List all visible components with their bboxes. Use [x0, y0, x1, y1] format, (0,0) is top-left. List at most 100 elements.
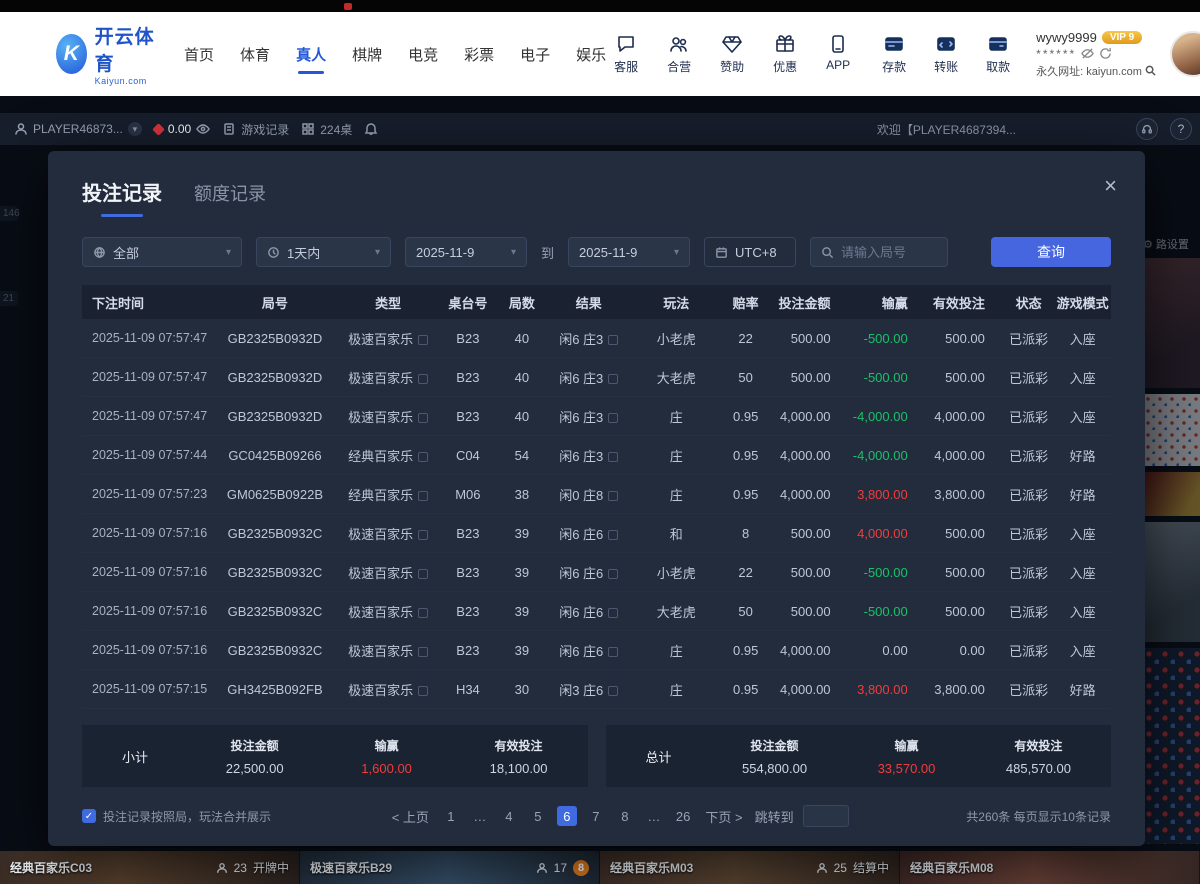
table-feed[interactable]: 极速百家乐B29 17 8	[300, 851, 600, 884]
page-number-button[interactable]: 4	[499, 806, 519, 826]
nav-item[interactable]: 娱乐	[576, 38, 606, 71]
promo-icon	[774, 33, 796, 55]
date-from-picker[interactable]: 2025-11-9 ▾	[405, 237, 527, 267]
info-icon[interactable]	[418, 452, 428, 462]
table-feed[interactable]: 经典百家乐M03 25 结算中	[600, 851, 900, 884]
page-number-button[interactable]: 1	[441, 806, 461, 826]
deposit-button[interactable]: 存款	[874, 33, 914, 75]
tab-bet-records[interactable]: 投注记录	[82, 177, 162, 217]
date-to-picker[interactable]: 2025-11-9 ▾	[568, 237, 690, 267]
tab-quota-records[interactable]: 额度记录	[194, 180, 266, 217]
round-search[interactable]	[810, 237, 948, 267]
refresh-icon[interactable]	[1099, 47, 1112, 60]
person-icon	[536, 862, 548, 874]
nav-item[interactable]: 电竞	[408, 38, 438, 71]
cell-odds: 50	[720, 370, 771, 385]
result-detail-icon[interactable]	[608, 647, 618, 657]
result-detail-icon[interactable]	[608, 608, 618, 618]
cell-round: GH3425B092FB	[211, 682, 340, 697]
result-detail-icon[interactable]	[608, 452, 618, 462]
subtotal-bet-label: 投注金额	[231, 737, 279, 754]
service-button[interactable]	[1136, 118, 1158, 140]
jump-input[interactable]	[803, 805, 849, 827]
round-search-input[interactable]	[841, 245, 937, 260]
nav-item[interactable]: 首页	[184, 38, 214, 71]
date-range-select[interactable]: 1天内 ▾	[256, 237, 391, 267]
cell-result: 闲0 庄8	[545, 485, 632, 504]
query-button[interactable]: 查询	[991, 237, 1111, 267]
partner-link[interactable]: 合营	[659, 33, 699, 75]
info-icon[interactable]	[418, 335, 428, 345]
checkbox-checked-icon[interactable]: ✓	[82, 809, 96, 823]
subtotal-win-label: 输赢	[375, 737, 399, 754]
support-link[interactable]: 客服	[606, 33, 646, 75]
page-number-button[interactable]: 6	[557, 806, 577, 826]
search-icon[interactable]	[1145, 65, 1156, 76]
info-icon[interactable]	[418, 413, 428, 423]
support-label: 客服	[614, 58, 638, 75]
table-feed[interactable]: 经典百家乐C03 23 开牌中	[0, 851, 300, 884]
player-menu[interactable]: PLAYER46873... ▾	[14, 122, 142, 136]
result-detail-icon[interactable]	[608, 413, 618, 423]
result-detail-icon[interactable]	[608, 335, 618, 345]
next-page-button[interactable]: 下页 >	[702, 806, 745, 826]
result-detail-icon[interactable]	[608, 686, 618, 696]
info-icon[interactable]	[418, 608, 428, 618]
info-icon[interactable]	[418, 686, 428, 696]
page-number-button[interactable]: …	[470, 806, 490, 826]
page-number-button[interactable]: 5	[528, 806, 548, 826]
result-detail-icon[interactable]	[608, 569, 618, 579]
chevron-down-icon: ▾	[674, 247, 679, 258]
timezone-chip[interactable]: UTC+8	[704, 237, 796, 267]
nav-item[interactable]: 彩票	[464, 38, 494, 71]
cell-rounds: 40	[499, 370, 545, 385]
bell-icon[interactable]	[364, 122, 378, 136]
balance-display[interactable]: 0.00	[154, 122, 210, 136]
nav-item[interactable]: 电子	[520, 38, 550, 71]
info-icon[interactable]	[418, 491, 428, 501]
game-record-link[interactable]: 游戏记录	[222, 121, 289, 138]
prev-page-button[interactable]: < 上页	[389, 806, 432, 826]
sponsor-link[interactable]: 赞助	[712, 33, 752, 75]
page-number-button[interactable]: 7	[586, 806, 606, 826]
page-number-button[interactable]: …	[644, 806, 664, 826]
result-detail-icon[interactable]	[608, 374, 618, 384]
cell-type: 极速百家乐	[339, 680, 437, 699]
close-icon[interactable]: ×	[1104, 175, 1117, 197]
page-number-button[interactable]: 8	[615, 806, 635, 826]
merge-toggle[interactable]: ✓ 投注记录按照局，玩法合并展示	[82, 808, 271, 825]
col-result: 结果	[545, 293, 632, 312]
total-bet-value: 554,800.00	[742, 761, 807, 776]
cell-odds: 0.95	[720, 682, 771, 697]
info-icon[interactable]	[418, 569, 428, 579]
result-detail-icon[interactable]	[608, 530, 618, 540]
app-link[interactable]: APP	[818, 33, 858, 75]
promo-link[interactable]: 优惠	[765, 33, 805, 75]
help-button[interactable]: ?	[1170, 118, 1192, 140]
withdraw-button[interactable]: 取款	[978, 33, 1018, 75]
result-detail-icon[interactable]	[608, 491, 618, 501]
chevron-down-icon: ▾	[226, 247, 231, 258]
eye-icon[interactable]	[196, 122, 210, 136]
info-icon[interactable]	[418, 530, 428, 540]
diamond-icon	[152, 123, 165, 136]
cell-time: 2025-11-09 07:57:47	[82, 331, 211, 345]
nav-item[interactable]: 棋牌	[352, 38, 382, 71]
nav-item[interactable]: 体育	[240, 38, 270, 71]
table-count[interactable]: 224桌	[301, 121, 352, 138]
info-icon[interactable]	[418, 374, 428, 384]
page-number-button[interactable]: 26	[673, 806, 693, 826]
nav-item[interactable]: 真人	[296, 38, 326, 71]
game-type-select[interactable]: 全部 ▾	[82, 237, 242, 267]
cell-valid: 3,800.00	[926, 682, 1003, 697]
eye-off-icon[interactable]	[1081, 47, 1094, 60]
bet-records-table: 下注时间 局号 类型 桌台号 局数 结果 玩法 赔率 投注金额 输赢 有效投注 …	[82, 285, 1111, 709]
subtotal-valid-value: 18,100.00	[490, 761, 548, 776]
viewer-count: 17	[554, 861, 567, 875]
table-feed[interactable]: 经典百家乐M08	[900, 851, 1200, 884]
avatar[interactable]	[1170, 31, 1200, 77]
kaiyun-logo[interactable]: K 开云体育 Kaiyun.com	[56, 22, 156, 86]
game-record-label: 游戏记录	[241, 121, 289, 138]
transfer-button[interactable]: 转账	[926, 33, 966, 75]
info-icon[interactable]	[418, 647, 428, 657]
